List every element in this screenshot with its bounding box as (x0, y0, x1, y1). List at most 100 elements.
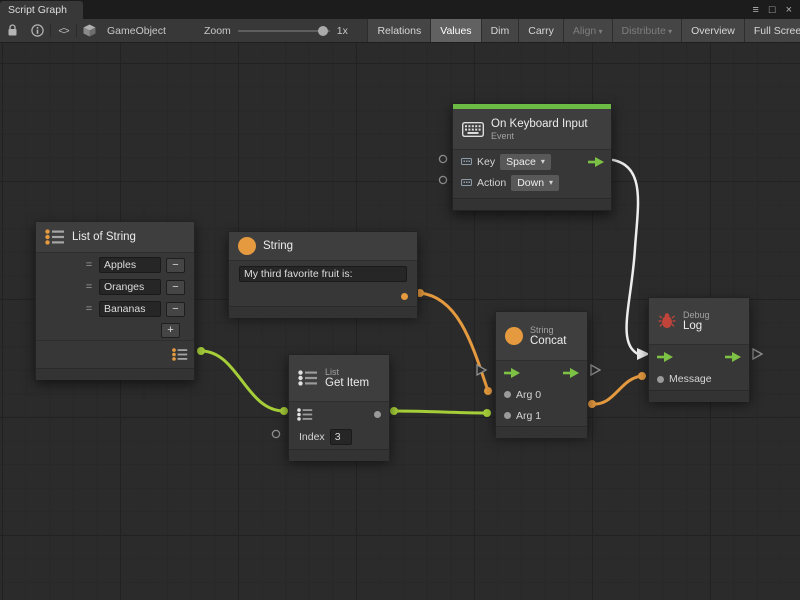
info-icon[interactable] (25, 19, 50, 42)
zoom-slider-knob[interactable] (318, 26, 328, 36)
align-button[interactable]: Align (563, 19, 612, 42)
menu-icon[interactable]: ≡ (752, 4, 758, 16)
node-title: Concat (530, 335, 566, 348)
wire-list-to-getitem[interactable] (201, 351, 284, 411)
string-output-row (229, 286, 417, 306)
drag-handle-icon[interactable] (84, 281, 94, 293)
values-button[interactable]: Values (430, 19, 480, 42)
key-dropdown[interactable]: Space (500, 154, 551, 170)
getitem-list-input-port[interactable] (280, 407, 288, 415)
toolbar-toggle-buttons: Relations Values Dim Carry Align Distrib… (367, 19, 800, 42)
concat-result-port[interactable] (588, 400, 596, 408)
node-header[interactable]: List of String (36, 222, 194, 252)
flow-output-port[interactable] (563, 368, 579, 378)
carry-button[interactable]: Carry (518, 19, 563, 42)
node-title: On Keyboard Input (491, 118, 588, 131)
arg1-input-dot[interactable] (504, 412, 511, 419)
flow-input-port[interactable] (504, 368, 520, 378)
node-header[interactable]: List Get Item (289, 355, 389, 401)
log-flow-out-triangle[interactable] (753, 349, 762, 359)
maximize-icon[interactable]: □ (769, 4, 776, 16)
remove-item-button[interactable]: − (166, 302, 185, 317)
node-header[interactable]: String (229, 232, 417, 260)
tab-script-graph[interactable]: Script Graph (0, 1, 83, 19)
concat-arg1-input-port[interactable] (483, 409, 491, 417)
dim-button[interactable]: Dim (481, 19, 519, 42)
list-output-port[interactable] (197, 347, 205, 355)
list-item-input[interactable] (99, 301, 161, 317)
wire-concat-to-log[interactable] (592, 376, 642, 404)
key-port-icon[interactable] (461, 156, 472, 167)
node-list-of-string[interactable]: List of String − − − (35, 221, 195, 379)
tab-bar: Script Graph ≡ □ × (0, 0, 800, 19)
node-header[interactable]: String Concat (496, 312, 587, 360)
node-log[interactable]: Debug Log Message (648, 297, 750, 399)
node-footer (289, 449, 389, 461)
string-icon (238, 237, 256, 255)
node-concat[interactable]: String Concat Arg 0 (495, 311, 588, 433)
index-input[interactable] (330, 429, 352, 445)
lock-icon[interactable] (0, 19, 25, 42)
zoom-slider[interactable] (238, 19, 330, 42)
remove-item-button[interactable]: − (166, 258, 185, 273)
remove-item-button[interactable]: − (166, 280, 185, 295)
action-dropdown[interactable]: Down (511, 175, 559, 191)
list-output-row (36, 340, 194, 368)
add-item-row: + (36, 320, 194, 340)
graph-toolbar: <> GameObject Zoom 1x Relations Values D… (0, 19, 800, 43)
concat-arg0-input-port[interactable] (484, 387, 492, 395)
add-item-button[interactable]: + (161, 323, 180, 338)
action-port-icon[interactable] (461, 177, 472, 188)
node-category: List (325, 367, 369, 377)
distribute-button[interactable]: Distribute (612, 19, 682, 42)
trigger-output-flow-port[interactable] (588, 157, 604, 167)
wire-getitem-to-concat[interactable] (394, 411, 487, 413)
drag-handle-icon[interactable] (84, 303, 94, 315)
concat-flow-in-triangle[interactable] (477, 365, 486, 375)
node-title: Log (683, 320, 710, 333)
node-header[interactable]: Debug Log (649, 298, 749, 344)
list-item-row: − (36, 298, 194, 320)
list-item-input[interactable] (99, 257, 161, 273)
node-string-literal[interactable]: String (228, 231, 418, 313)
list-output-icon[interactable] (172, 348, 188, 361)
fullscreen-button[interactable]: Full Screen (744, 19, 800, 42)
arg0-label: Arg 0 (516, 389, 541, 401)
graph-canvas[interactable]: On Keyboard Input Event Key Space (0, 43, 800, 600)
gameobject-cube-icon (77, 19, 102, 42)
index-row: Index (289, 425, 389, 449)
message-input-dot[interactable] (657, 376, 664, 383)
string-value-input[interactable] (239, 266, 407, 282)
node-footer (649, 390, 749, 402)
list-in-item-out-row (289, 403, 389, 425)
keyboard-key-unconnected-port[interactable] (439, 155, 446, 162)
getitem-output-port[interactable] (390, 407, 398, 415)
node-get-item[interactable]: List Get Item Index (288, 354, 390, 458)
node-category: Debug (683, 310, 710, 320)
getitem-index-unconnected-port[interactable] (272, 430, 279, 437)
item-output-dot[interactable] (374, 411, 381, 418)
node-title: String (263, 240, 293, 253)
code-icon[interactable]: <> (51, 19, 76, 42)
list-item-row: − (36, 276, 194, 298)
arg0-input-dot[interactable] (504, 391, 511, 398)
drag-handle-icon[interactable] (84, 259, 94, 271)
node-header[interactable]: On Keyboard Input Event (453, 109, 611, 149)
flow-input-port[interactable] (657, 352, 673, 362)
log-message-input-port[interactable] (638, 372, 646, 380)
node-on-keyboard-input[interactable]: On Keyboard Input Event Key Space (452, 103, 612, 211)
keyboard-action-unconnected-port[interactable] (439, 176, 446, 183)
string-output-dot[interactable] (401, 293, 408, 300)
message-row: Message (649, 368, 749, 390)
flow-output-port[interactable] (725, 352, 741, 362)
arg1-label: Arg 1 (516, 410, 541, 422)
list-input-icon[interactable] (297, 408, 313, 421)
arg0-row: Arg 0 (496, 384, 587, 405)
list-item-input[interactable] (99, 279, 161, 295)
concat-flow-out-triangle[interactable] (591, 365, 600, 375)
close-icon[interactable]: × (786, 4, 792, 16)
overview-button[interactable]: Overview (681, 19, 744, 42)
wire-string-to-concat[interactable] (420, 293, 488, 391)
relations-button[interactable]: Relations (367, 19, 430, 42)
list-icon (45, 229, 65, 245)
